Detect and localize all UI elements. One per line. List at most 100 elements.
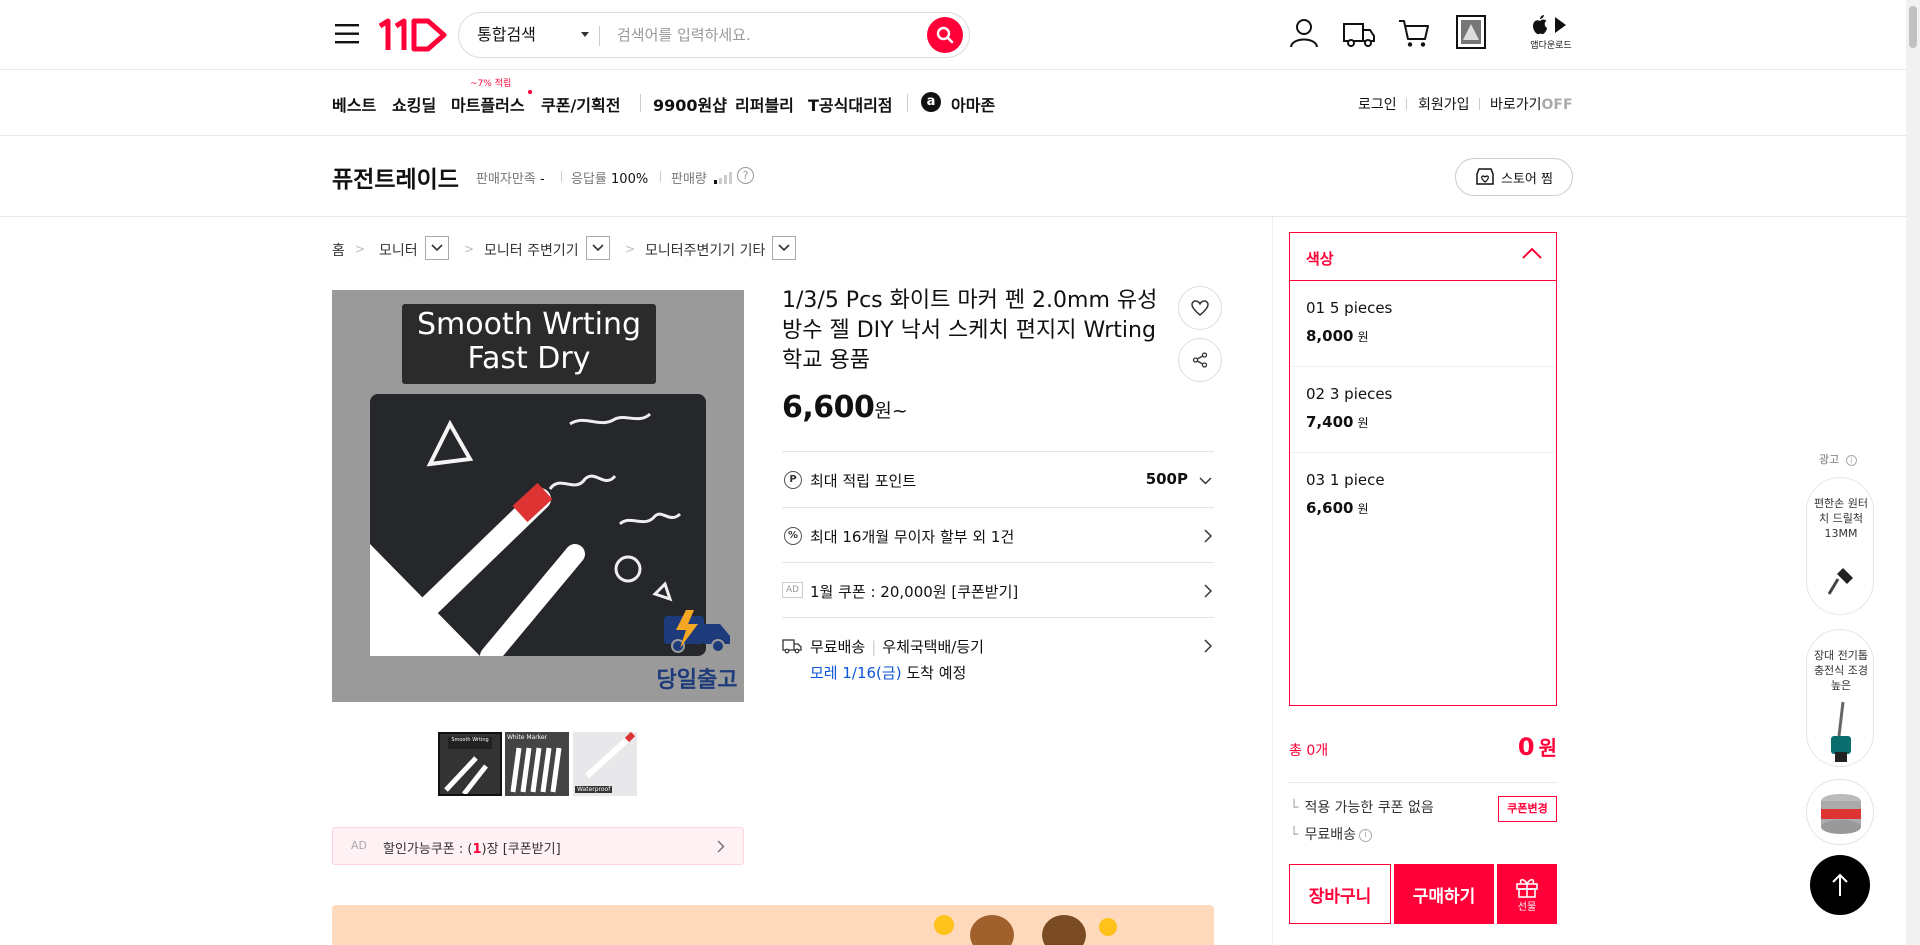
- chevron-right-icon: [717, 840, 725, 853]
- menu-icon[interactable]: [332, 18, 364, 50]
- chevron-down-icon: [592, 244, 604, 252]
- share-button[interactable]: [1178, 338, 1222, 382]
- free-shipping-text: 무료배송: [810, 638, 866, 656]
- option-title: 색상: [1306, 250, 1334, 268]
- search-category-select[interactable]: 통합검색: [477, 13, 536, 57]
- option-item[interactable]: 02 3 pieces 7,400 원: [1290, 367, 1556, 453]
- response-label: 응답률: [571, 172, 607, 187]
- nav-mart-plus[interactable]: 마트플러스: [451, 92, 525, 116]
- chevron-right-icon: [1204, 529, 1212, 543]
- shortcut-state: OFF: [1541, 97, 1573, 113]
- option-price: 6,600 원: [1306, 499, 1369, 517]
- scroll-to-top-button[interactable]: [1810, 855, 1870, 915]
- drill-chuck-icon: [1827, 568, 1853, 595]
- store-follow-button[interactable]: 스토어 찜: [1455, 158, 1573, 196]
- coupon-none-line: └ 적용 가능한 쿠폰 없음: [1290, 800, 1434, 816]
- arrival-suffix: 도착 예정: [901, 664, 967, 682]
- black-paper: [370, 394, 706, 656]
- info-icon[interactable]: i: [1845, 454, 1857, 466]
- info-row-shipping[interactable]: 무료배송 | 우체국택배/등기 모레 1/16(금) 도착 예정: [782, 617, 1214, 697]
- thumbnail-2[interactable]: White Marker: [505, 732, 569, 796]
- app-store-icon: [1533, 15, 1566, 35]
- search-icon: [936, 26, 954, 44]
- meta-divider: [660, 171, 661, 182]
- side-ad-product[interactable]: [1806, 779, 1874, 845]
- nav-refurbly[interactable]: 리퍼블리: [735, 92, 794, 116]
- help-icon[interactable]: ?: [737, 167, 754, 184]
- point-icon: P: [784, 471, 802, 489]
- meta-divider: [561, 171, 562, 182]
- breadcrumb-dropdown-2[interactable]: [586, 236, 610, 260]
- info-row-installment[interactable]: % 최대 16개월 무이자 할부 외 1건: [782, 507, 1214, 562]
- breadcrumb-dropdown-1[interactable]: [425, 236, 449, 260]
- gift-button[interactable]: 선물: [1497, 864, 1557, 924]
- thumbnail-1[interactable]: Smooth Wrting: [438, 732, 502, 796]
- cart-icon[interactable]: [1397, 16, 1431, 50]
- product-main-image[interactable]: Smooth Wrting Fast Dry 당일출고: [332, 290, 744, 702]
- buy-now-button[interactable]: 구매하기: [1394, 864, 1494, 924]
- sales-level-icon: [714, 172, 734, 184]
- nav-best[interactable]: 베스트: [332, 92, 376, 116]
- coupon-strip-text: 할인가능쿠폰 : (1)장 [쿠폰받기]: [383, 838, 561, 857]
- brand-logo-icon[interactable]: [376, 16, 450, 54]
- seller-satisfaction: 판매자만족 -: [476, 168, 545, 187]
- option-item[interactable]: 03 1 piece 6,600 원: [1290, 453, 1556, 539]
- my-account-icon[interactable]: [1287, 16, 1321, 50]
- summary-divider: [1289, 782, 1557, 783]
- info-row-points[interactable]: P 최대 적립 포인트 500P: [782, 451, 1214, 507]
- seller-name[interactable]: 퓨전트레이드: [332, 160, 459, 194]
- mart-plus-badge: ~7% 적립: [470, 79, 512, 89]
- side-ad-drill[interactable]: 편한손 원터치 드릴척 13MM: [1806, 477, 1874, 615]
- breadcrumb-dropdown-3[interactable]: [772, 236, 796, 260]
- delivery-truck-icon[interactable]: [1342, 16, 1376, 50]
- nav-divider: [640, 94, 641, 112]
- store-heart-icon: [1476, 168, 1494, 185]
- nav-coupon[interactable]: 쿠폰/기획전: [541, 92, 620, 116]
- coupon-strip-prefix: 할인가능쿠폰 : (: [383, 842, 473, 857]
- caret-down-icon[interactable]: [581, 32, 589, 37]
- wishlist-button[interactable]: [1178, 286, 1222, 330]
- nav-shocking-deal[interactable]: 쇼킹딜: [392, 92, 436, 116]
- breadcrumb-monitor-accessory[interactable]: 모니터 주변기기: [484, 240, 579, 260]
- option-price-unit: 원: [1357, 330, 1369, 344]
- same-day-badge: 당일출고: [656, 668, 738, 693]
- coupon-strip-count: 1: [472, 842, 482, 857]
- shortcut-toggle[interactable]: 바로가기OFF: [1490, 94, 1573, 114]
- coupon-label: 1월 쿠폰 : 20,000원 [쿠폰받기]: [810, 583, 1019, 601]
- login-link[interactable]: 로그인: [1358, 94, 1397, 114]
- recent-viewed-icon[interactable]: [1455, 14, 1487, 50]
- search-input[interactable]: [615, 19, 915, 51]
- promo-banner[interactable]: [332, 905, 1214, 945]
- option-price-unit: 원: [1357, 502, 1369, 516]
- add-to-cart-button[interactable]: 장바구니: [1289, 864, 1391, 924]
- option-header-color[interactable]: 색상: [1290, 233, 1556, 281]
- coupon-change-button[interactable]: 쿠폰변경: [1498, 796, 1557, 822]
- nav-9900-shop[interactable]: 9900원샵: [653, 92, 727, 116]
- page-scrollbar[interactable]: [1906, 0, 1920, 945]
- app-download-label: 앱다운로드: [1530, 41, 1572, 51]
- breadcrumb-arrow-icon: >: [464, 242, 475, 256]
- amazon-icon[interactable]: a: [921, 92, 941, 112]
- side-ad-chainsaw[interactable]: 장대 전기톱 충전식 조경 높은: [1806, 629, 1874, 767]
- response-value: 100%: [611, 172, 649, 187]
- percent-icon: %: [784, 527, 802, 545]
- ad-tag: AD: [351, 839, 367, 852]
- nav-t-official[interactable]: T공식대리점: [808, 92, 893, 116]
- seller-response: 응답률 100%: [571, 168, 648, 187]
- search-divider: [599, 26, 600, 46]
- scrollbar-thumb[interactable]: [1909, 6, 1917, 48]
- signup-link[interactable]: 회원가입: [1418, 94, 1470, 114]
- nav-amazon[interactable]: 아마존: [951, 92, 995, 116]
- breadcrumb-monitor[interactable]: 모니터: [379, 240, 418, 260]
- search-button[interactable]: [927, 17, 963, 53]
- option-price: 8,000 원: [1306, 327, 1369, 345]
- discount-coupon-strip[interactable]: AD 할인가능쿠폰 : (1)장 [쿠폰받기]: [332, 827, 744, 865]
- breadcrumb-monitor-accessory-etc[interactable]: 모니터주변기기 기타: [645, 240, 765, 260]
- product-tin-icon: [1821, 794, 1861, 834]
- thumbnail-3[interactable]: Waterproof: [573, 732, 637, 796]
- info-row-coupon[interactable]: AD 1월 쿠폰 : 20,000원 [쿠폰받기]: [782, 562, 1214, 617]
- option-item[interactable]: 01 5 pieces 8,000 원: [1290, 281, 1556, 367]
- breadcrumb-home[interactable]: 홈: [332, 240, 345, 260]
- app-download-link[interactable]: 앱다운로드: [1526, 14, 1576, 56]
- info-icon[interactable]: i: [1358, 828, 1372, 842]
